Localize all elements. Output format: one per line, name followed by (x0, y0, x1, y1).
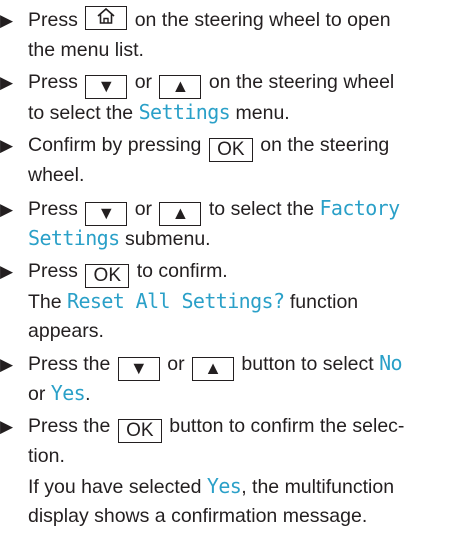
bullet-arrow: ▶ (0, 136, 14, 155)
submenu-name: Factory (319, 196, 400, 220)
submenu-name-cont: Settings (28, 226, 120, 250)
bullet-arrow: ▶ (0, 355, 14, 374)
instruction-step-5: ▶ Press OK to confirm. The Reset All Sett… (0, 256, 466, 346)
instruction-step-3: ▶ Confirm by pressing OK on the steering … (0, 130, 466, 190)
ok-key: OK (208, 138, 253, 162)
up-key: ▲ (159, 75, 202, 99)
instruction-step-6: ▶ Press the ▼ or ▲ button to select No or… (0, 351, 403, 405)
option-yes: Yes (206, 474, 242, 498)
down-key: ▼ (117, 357, 160, 381)
menu-name: Settings (138, 100, 231, 124)
function-name: Reset All Settings? (67, 289, 285, 313)
bullet-arrow: ▶ (0, 262, 14, 281)
option-no: No (379, 351, 402, 375)
home-icon (97, 7, 115, 24)
instruction-step-4: ▶ Press ▼ or ▲ to select the Factory Sett… (0, 196, 400, 250)
instruction-step-2: ▶ Press ▼ or ▲ on the steering wheel to s… (0, 67, 466, 127)
ok-key: OK (117, 419, 162, 443)
bullet-arrow: ▶ (0, 11, 14, 30)
bullet-arrow: ▶ (0, 73, 14, 92)
up-key: ▲ (191, 357, 234, 381)
ok-key: OK (85, 264, 130, 288)
down-key: ▼ (85, 75, 128, 99)
bullet-arrow: ▶ (0, 200, 14, 219)
home-key (85, 6, 128, 30)
instruction-step-1: ▶ Press on the steering wheel to open the… (0, 5, 466, 65)
bullet-arrow: ▶ (0, 417, 14, 436)
option-yes: Yes (50, 381, 86, 405)
instruction-step-7: ▶ Press the OK button to confirm the sele… (0, 411, 466, 531)
